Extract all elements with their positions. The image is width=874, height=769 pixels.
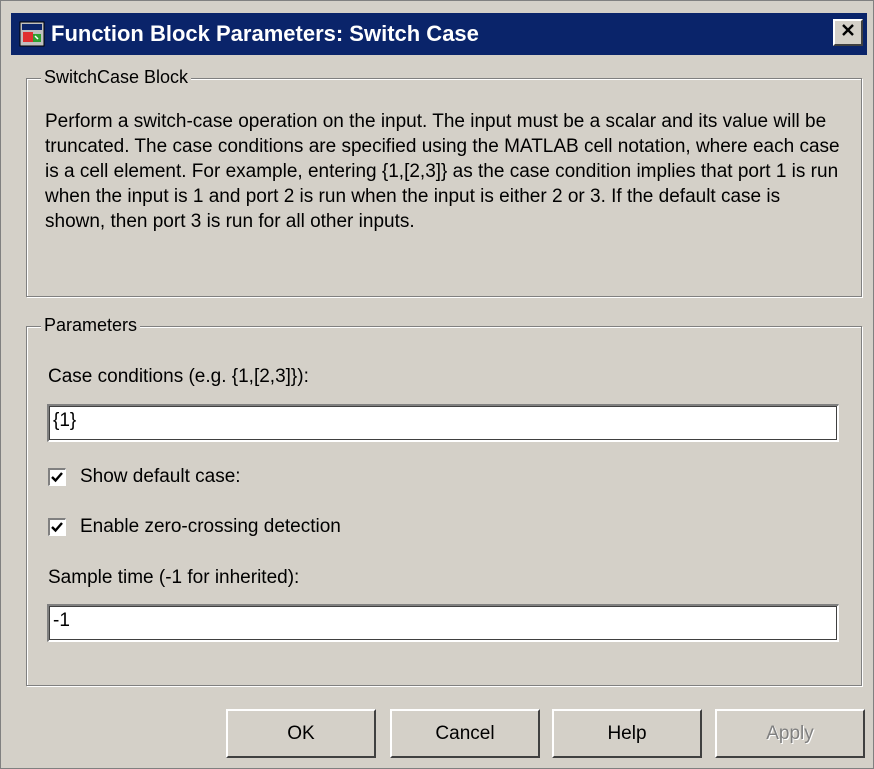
zero-crossing-label[interactable]: Enable zero-crossing detection: [80, 516, 341, 538]
close-button[interactable]: [833, 19, 863, 46]
close-icon: [841, 23, 855, 42]
block-description: Perform a switch-case operation on the i…: [45, 111, 840, 232]
window-title: Function Block Parameters: Switch Case: [51, 21, 479, 46]
zero-crossing-checkbox[interactable]: [48, 518, 66, 536]
checkmark-icon: [51, 522, 63, 533]
switchcase-block-group: SwitchCase Block Perform a switch-case o…: [26, 67, 862, 297]
ok-button[interactable]: OK: [226, 709, 376, 758]
group-legend: SwitchCase Block: [41, 67, 192, 88]
title-bar[interactable]: Function Block Parameters: Switch Case: [11, 13, 867, 55]
sample-time-input[interactable]: -1: [47, 604, 839, 642]
checkmark-icon: [51, 472, 63, 483]
case-conditions-input[interactable]: {1}: [47, 404, 839, 442]
simulink-block-icon: [19, 21, 45, 47]
case-conditions-label: Case conditions (e.g. {1,[2,3]}):: [48, 366, 309, 387]
apply-button[interactable]: Apply: [715, 709, 865, 758]
dialog-window: Function Block Parameters: Switch Case S…: [0, 0, 874, 769]
cancel-button[interactable]: Cancel: [390, 709, 540, 758]
help-button[interactable]: Help: [552, 709, 702, 758]
sample-time-label: Sample time (-1 for inherited):: [48, 567, 300, 588]
show-default-checkbox[interactable]: [48, 468, 66, 486]
group-legend: Parameters: [41, 315, 141, 336]
show-default-label[interactable]: Show default case:: [80, 466, 241, 488]
